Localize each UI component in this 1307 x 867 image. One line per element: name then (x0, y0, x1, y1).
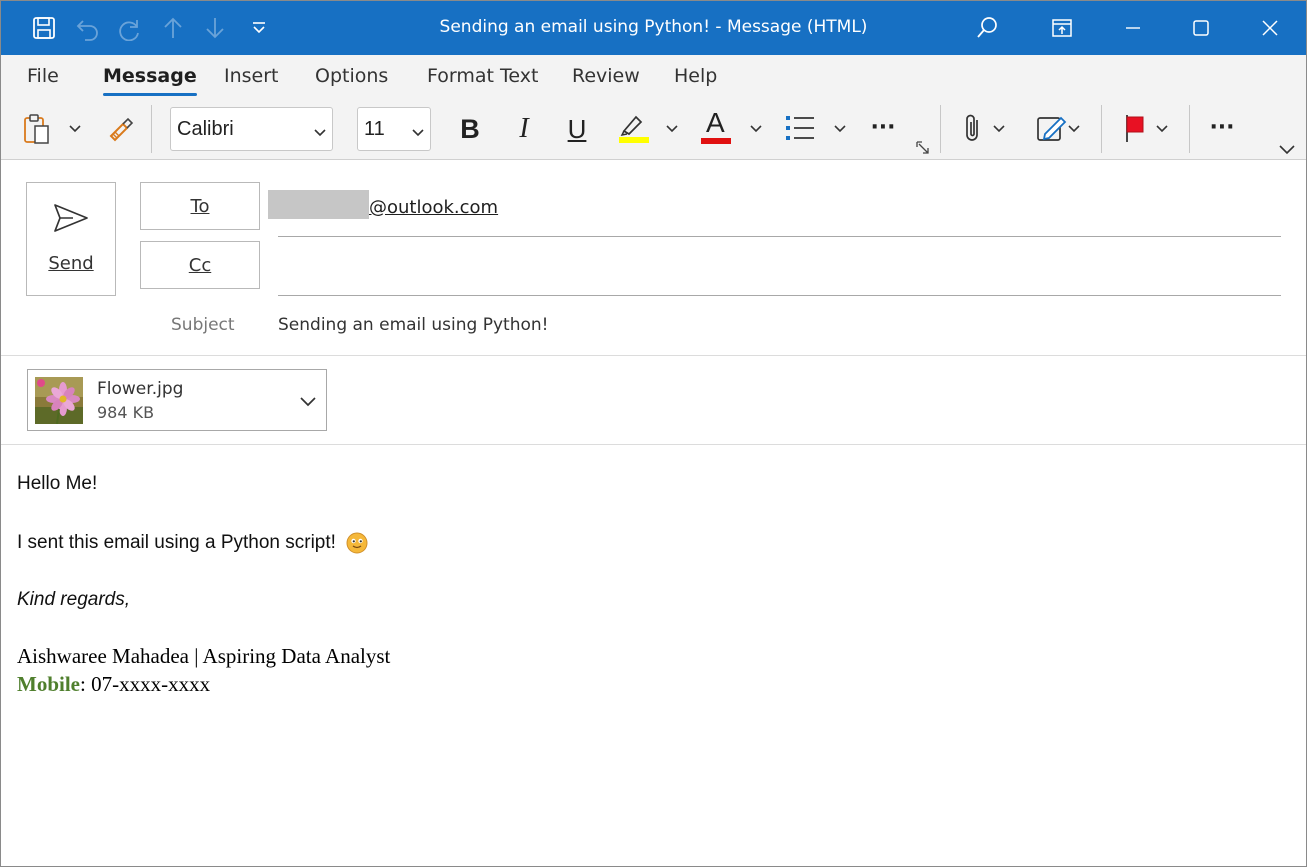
menu-bar: File Message Insert Options Format Text … (0, 55, 1307, 100)
format-painter-icon[interactable] (103, 112, 137, 146)
subject-label-text: Subject (171, 315, 235, 335)
mobile-label: Mobile (17, 672, 80, 696)
save-icon[interactable] (28, 12, 60, 44)
tab-options[interactable]: Options (315, 65, 388, 95)
tab-file[interactable]: File (27, 65, 59, 95)
highlight-dropdown-icon[interactable] (664, 121, 680, 137)
down-arrow-icon[interactable] (199, 12, 231, 44)
attachment-size: 984 KB (97, 403, 155, 422)
font-name-select[interactable]: Calibri (170, 107, 333, 151)
chevron-down-icon[interactable] (300, 392, 316, 411)
italic-button[interactable]: I (507, 110, 541, 148)
chevron-down-icon (412, 120, 424, 143)
body-line-1: I sent this email using a Python script! (17, 532, 336, 553)
chevron-down-icon (314, 120, 326, 143)
body-greeting: Hello Me! (17, 473, 98, 494)
cc-field[interactable] (278, 295, 1281, 296)
font-color-icon[interactable]: A (697, 106, 735, 148)
font-size-select[interactable]: 11 (357, 107, 431, 151)
window-title: Sending an email using Python! - Message… (439, 17, 868, 37)
font-size-value: 11 (364, 117, 385, 140)
ribbon-expand-icon[interactable] (1279, 142, 1295, 158)
signature-icon[interactable] (1034, 110, 1068, 146)
tab-review[interactable]: Review (572, 65, 640, 95)
mobile-value: : 07-xxxx-xxxx (80, 672, 211, 696)
search-icon[interactable] (964, 8, 1010, 48)
font-name-value: Calibri (177, 117, 234, 140)
bullets-dropdown-icon[interactable] (832, 121, 848, 137)
redo-icon[interactable] (114, 12, 146, 44)
cc-label: Cc (188, 254, 212, 276)
maximize-icon[interactable] (1178, 8, 1224, 48)
send-label: Send (48, 253, 94, 274)
ribbon-separator (1101, 105, 1102, 153)
body-line-1-wrap: I sent this email using a Python script! (17, 532, 368, 554)
to-field-value[interactable]: @outlook.com (369, 197, 498, 218)
to-button[interactable]: To (140, 182, 260, 230)
header-divider (0, 355, 1307, 356)
paste-icon[interactable] (20, 112, 54, 146)
title-bar: Sending an email using Python! - Message… (0, 0, 1307, 55)
send-icon (53, 203, 89, 237)
tab-format-text[interactable]: Format Text (427, 65, 538, 95)
more-commands-button[interactable]: ··· (1205, 110, 1239, 144)
paste-dropdown-icon[interactable] (67, 121, 83, 137)
restore-ribbon-icon[interactable] (1039, 8, 1085, 48)
font-color-glyph: A (706, 107, 725, 138)
undo-icon[interactable] (72, 12, 104, 44)
up-arrow-icon[interactable] (157, 12, 189, 44)
flag-dropdown-icon[interactable] (1154, 121, 1170, 137)
bullets-icon[interactable] (783, 111, 817, 145)
signature-mobile: Mobile: 07-xxxx-xxxx (17, 672, 210, 697)
dialog-launcher-icon[interactable] (914, 140, 932, 156)
flower-thumbnail (35, 377, 83, 424)
attach-dropdown-icon[interactable] (991, 121, 1007, 137)
bold-button[interactable]: B (452, 110, 488, 148)
to-field[interactable] (278, 236, 1281, 237)
minimize-icon[interactable] (1110, 8, 1156, 48)
ribbon-separator (940, 105, 941, 153)
ribbon-separator (151, 105, 152, 153)
attachment-divider (0, 444, 1307, 445)
signature-line: Aishwaree Mahadea | Aspiring Data Analys… (17, 644, 391, 668)
body-closing: Kind regards, (17, 589, 131, 610)
underline-button[interactable]: U (560, 110, 594, 148)
attachment-card[interactable]: Flower.jpg 984 KB (27, 369, 327, 431)
ribbon-separator (1189, 105, 1190, 153)
to-label: To (190, 195, 210, 217)
font-color-dropdown-icon[interactable] (748, 121, 764, 137)
customize-icon[interactable] (243, 12, 275, 44)
redacted-recipient (268, 190, 369, 219)
subject-label: Subject (171, 315, 235, 335)
highlight-icon[interactable] (612, 108, 652, 146)
smiley-emoji-icon (346, 532, 368, 554)
font-color-bar (701, 138, 731, 144)
tab-insert[interactable]: Insert (224, 65, 279, 95)
tab-help[interactable]: Help (674, 65, 717, 95)
tab-message[interactable]: Message (103, 65, 197, 96)
attach-file-icon[interactable] (958, 110, 988, 146)
signature-dropdown-icon[interactable] (1066, 121, 1082, 137)
send-button[interactable]: Send (26, 182, 116, 296)
more-formatting-button[interactable]: ··· (866, 110, 900, 144)
ribbon: Calibri 11 B I U A ··· ··· (0, 100, 1307, 160)
cc-button[interactable]: Cc (140, 241, 260, 289)
attachment-name: Flower.jpg (97, 379, 184, 399)
flag-icon[interactable] (1120, 110, 1150, 146)
close-icon[interactable] (1247, 8, 1293, 48)
subject-field[interactable]: Sending an email using Python! (278, 315, 548, 335)
